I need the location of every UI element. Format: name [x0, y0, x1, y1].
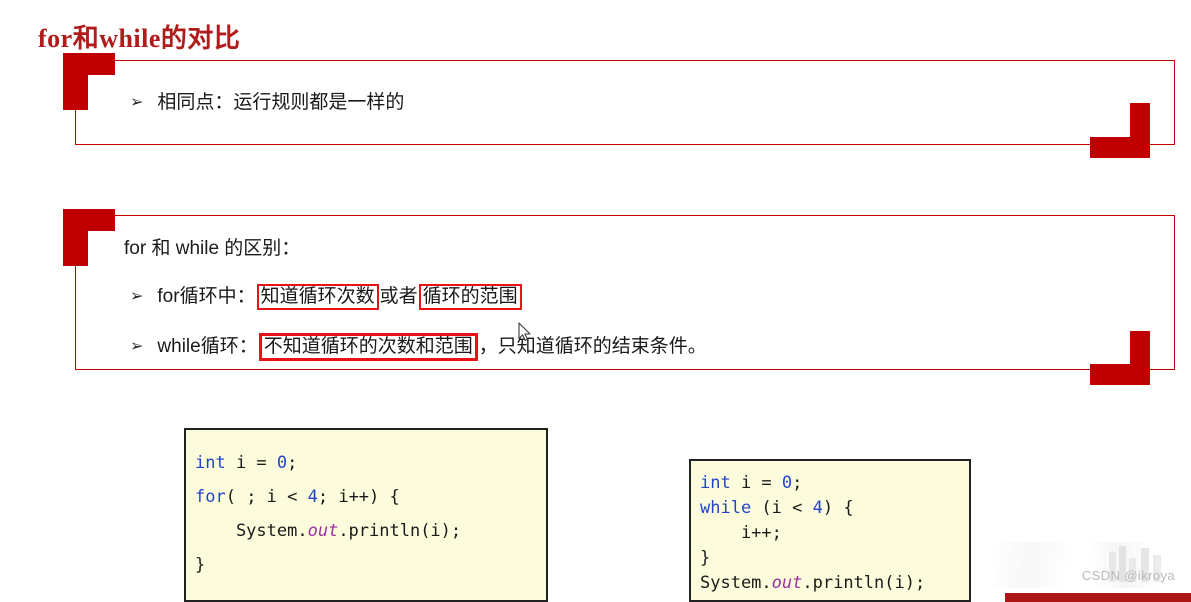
code-token: while [700, 498, 752, 518]
while-loop-label: while循环： [157, 336, 258, 357]
code-token: System. [700, 573, 772, 593]
bullet-while-loop: ➢ while循环： 不知道循环的次数和范围 ，只知道循环的结束条件。 [130, 333, 707, 361]
while-loop-highlight-unknown: 不知道循环的次数和范围 [258, 333, 478, 361]
code-token: System. [195, 521, 308, 541]
code-line: i++; [700, 521, 969, 546]
for-loop-label: for循环中： [157, 286, 256, 307]
bullet-for-loop: ➢ for循环中： 知道循环次数 或者 循环的范围 [130, 284, 523, 310]
bullet-arrow-icon: ➢ [130, 288, 144, 305]
code-line: int i = 0; [195, 446, 546, 480]
code-token: .println(i); [802, 573, 926, 593]
for-loop-highlight-range: 循环的范围 [418, 284, 522, 310]
code-token: 4 [307, 487, 318, 507]
bullet-arrow-icon: ➢ [130, 94, 144, 111]
code-token: 0 [781, 473, 793, 493]
code-token: ; [287, 453, 298, 473]
bullet-similarity: ➢ 相同点：运行规则都是一样的 [130, 93, 404, 112]
code-token: i = [730, 473, 782, 493]
code-token: ; [792, 473, 803, 493]
code-line: } [195, 548, 546, 582]
code-token: ; i++) { [317, 487, 400, 507]
corner-decoration-top-left-vertical [63, 53, 88, 110]
code-token: ) { [822, 498, 854, 518]
code-token: (i < [751, 498, 813, 518]
code-token: for [195, 487, 226, 507]
corner-decoration-top-left-vertical-2 [63, 209, 88, 266]
code-token: out [307, 521, 339, 541]
for-loop-conjunction: 或者 [379, 286, 418, 307]
code-token: } [195, 555, 206, 575]
code-token: 0 [276, 453, 288, 473]
for-loop-highlight-count: 知道循环次数 [256, 284, 379, 310]
code-token: out [771, 573, 803, 593]
code-token: i = [225, 453, 277, 473]
code-line: } [700, 546, 969, 571]
code-block-for: int i = 0; for( ; i < 4; i++) { System.ou… [184, 428, 548, 602]
csdn-watermark: CSDN @ikroya [1081, 568, 1175, 583]
code-token: .println(i); [338, 521, 462, 541]
code-line: System.out.println(i); [195, 514, 546, 548]
code-line: while (i < 4) { [700, 496, 969, 521]
code-line: System.out.println(i); [700, 571, 969, 596]
code-token: 4 [812, 498, 823, 518]
code-token: ( ; i < [225, 487, 308, 507]
code-line: int i = 0; [700, 471, 969, 496]
difference-heading: for 和 while 的区别： [124, 238, 301, 259]
code-line: for( ; i < 4; i++) { [195, 480, 546, 514]
corner-decoration-bottom-right-vertical-2 [1130, 331, 1150, 385]
corner-decoration-bottom-right-vertical [1130, 103, 1150, 158]
while-loop-tail-text: ，只知道循环的结束条件。 [478, 336, 707, 357]
bottom-red-strip [1005, 593, 1191, 602]
code-block-while: int i = 0; while (i < 4) { i++;} System.ou… [689, 459, 971, 602]
code-token: int [195, 453, 226, 473]
code-token: i++; [700, 523, 782, 543]
page-title: for和while的对比 [38, 24, 241, 53]
bullet-similarity-text: 相同点：运行规则都是一样的 [157, 92, 405, 113]
code-token: int [700, 473, 731, 493]
code-token: } [700, 548, 711, 568]
bullet-arrow-icon: ➢ [130, 338, 144, 355]
